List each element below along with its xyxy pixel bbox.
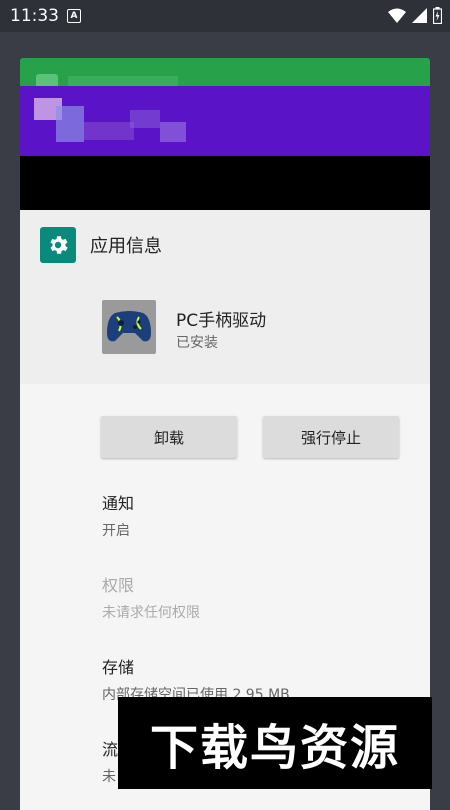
settings-item-title: 存储 xyxy=(102,658,135,677)
app-info-header: 应用信息 PC手柄驱动 已安装 xyxy=(20,210,430,384)
install-status: 已安装 xyxy=(176,335,218,351)
status-time: 11:33 xyxy=(10,6,59,26)
blurred-block xyxy=(56,106,84,142)
settings-item-data-usage[interactable]: 流 未 xyxy=(102,736,118,786)
status-bar: 11:33 A xyxy=(0,0,450,32)
blurred-block xyxy=(130,110,160,128)
app-name: PC手柄驱动 xyxy=(176,311,267,331)
settings-item-subtitle: 未 xyxy=(102,769,116,785)
wifi-icon xyxy=(388,8,406,23)
battery-icon xyxy=(433,7,442,24)
system-icons xyxy=(388,7,442,24)
force-stop-button[interactable]: 强行停止 xyxy=(263,416,399,458)
uninstall-button[interactable]: 卸载 xyxy=(101,416,237,458)
settings-gear-icon xyxy=(40,227,76,263)
watermark-logo: 下载鸟资源 xyxy=(118,697,432,789)
blurred-block xyxy=(160,122,186,142)
app-icon-gamepad xyxy=(102,300,156,354)
blurred-block xyxy=(84,122,134,140)
settings-item-subtitle: 未请求任何权限 xyxy=(102,605,200,621)
settings-item-permissions: 权限 未请求任何权限 xyxy=(102,572,200,622)
settings-item-subtitle: 开启 xyxy=(102,523,130,539)
settings-item-title: 通知 xyxy=(102,494,135,513)
app-label-blurred xyxy=(68,76,178,86)
page-title: 应用信息 xyxy=(90,236,162,257)
recent-card-black[interactable] xyxy=(20,156,430,210)
signal-icon xyxy=(412,8,427,23)
settings-item-title: 流 xyxy=(102,740,119,759)
notification-a-icon: A xyxy=(67,9,81,23)
settings-item-notifications[interactable]: 通知 开启 xyxy=(102,490,134,540)
recent-card-purple[interactable] xyxy=(20,86,430,156)
settings-item-title: 权限 xyxy=(102,576,135,595)
